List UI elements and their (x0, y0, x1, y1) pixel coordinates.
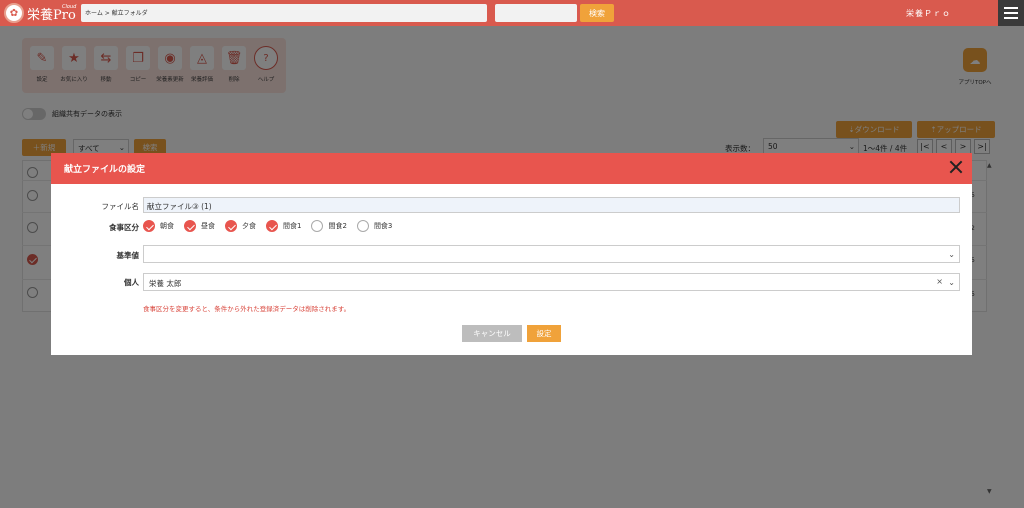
meal-option-label: 間食3 (373, 222, 393, 230)
app-name: 栄養Ｐｒｏ (906, 9, 951, 18)
file-name-field[interactable]: 献立ファイル③ (1) (143, 197, 960, 213)
breadcrumb[interactable]: ホーム > 献立フォルダ (81, 4, 487, 22)
meal-option[interactable]: 朝食 (143, 220, 174, 232)
meal-option-label: 夕食 (242, 222, 256, 230)
meal-option[interactable]: 間食1 (266, 220, 301, 232)
checkbox-checked-icon (184, 220, 196, 232)
person-select[interactable]: 栄養 太郎 × ⌄ (143, 273, 960, 291)
standard-select[interactable]: ⌄ (143, 245, 960, 263)
checkbox-unchecked-icon (311, 220, 324, 232)
meal-option-label: 昼食 (201, 222, 215, 230)
chevron-down-icon: ⌄ (948, 250, 955, 259)
modal-header: 献立ファイルの設定 (51, 153, 972, 184)
top-bar: ✿ 栄養Pro Cloud ホーム > 献立フォルダ 検索 栄養Ｐｒｏ (0, 0, 1024, 26)
meal-option-label: 朝食 (160, 222, 174, 230)
meal-option-label: 間食2 (328, 222, 347, 230)
meal-option-label: 間食1 (283, 222, 302, 230)
header-search-input[interactable] (495, 4, 577, 22)
meal-option[interactable]: 昼食 (184, 220, 215, 232)
file-settings-modal: 献立ファイルの設定 ファイル名 献立ファイル③ (1) 食事区分 朝食 昼食 夕… (51, 153, 972, 355)
file-name-label: ファイル名 (101, 202, 140, 211)
meal-change-warning: 食事区分を変更すると、条件から外れた登録済データは削除されます。 (143, 305, 351, 313)
meal-option[interactable]: 間食3 (356, 220, 393, 232)
checkbox-checked-icon (225, 220, 237, 232)
save-settings-button[interactable]: 設定 (527, 325, 561, 342)
standard-label: 基準値 (116, 251, 140, 260)
person-value: 栄養 太郎 (149, 279, 182, 288)
clear-icon[interactable]: × (936, 277, 943, 286)
chevron-down-icon: ⌄ (948, 278, 955, 287)
checkbox-checked-icon (143, 220, 155, 232)
meal-option[interactable]: 間食2 (311, 220, 347, 232)
meal-label: 食事区分 (109, 223, 139, 232)
close-icon[interactable] (948, 159, 964, 175)
modal-title: 献立ファイルの設定 (64, 165, 146, 175)
checkbox-unchecked-icon (356, 220, 369, 232)
person-label: 個人 (124, 278, 139, 287)
header-search-button[interactable]: 検索 (580, 4, 614, 22)
meal-option[interactable]: 夕食 (225, 220, 256, 232)
logo-badge-icon: ✿ (4, 3, 24, 23)
checkbox-checked-icon (266, 220, 278, 232)
cancel-button[interactable]: キャンセル (462, 325, 522, 342)
meal-options: 朝食 昼食 夕食 間食1 間食2 間食3 (143, 220, 396, 232)
app-logo[interactable]: ✿ 栄養Pro Cloud (4, 3, 82, 23)
menu-icon[interactable] (998, 0, 1024, 26)
